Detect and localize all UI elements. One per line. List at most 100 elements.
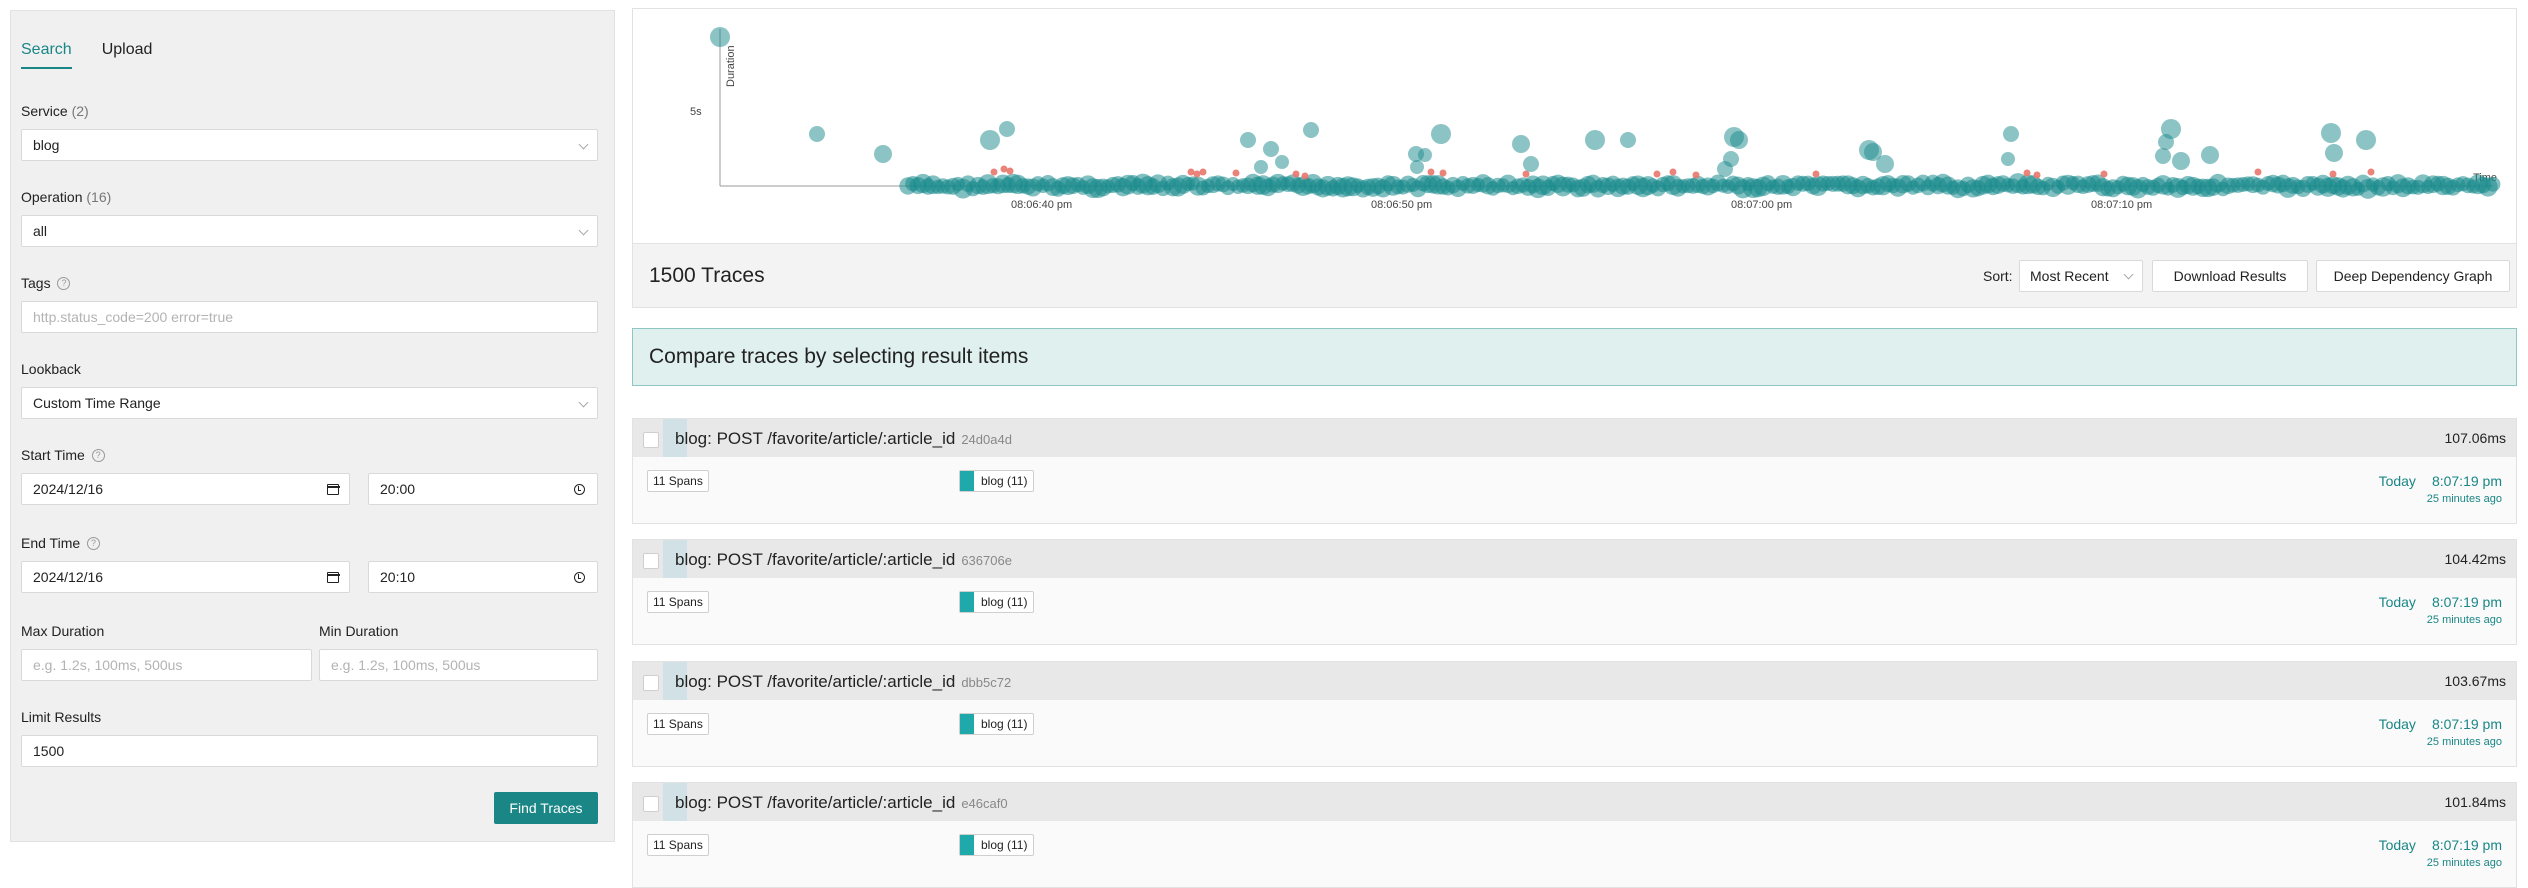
trace-point[interactable]: [2254, 168, 2262, 176]
trace-name[interactable]: blog: POST /favorite/article/:article_id…: [675, 793, 1008, 813]
trace-point[interactable]: [2023, 169, 2031, 177]
trace-row[interactable]: blog: POST /favorite/article/:article_id…: [632, 661, 2517, 767]
trace-point[interactable]: [1301, 172, 1309, 180]
help-icon[interactable]: ?: [57, 277, 71, 290]
limit-results-input[interactable]: 1500: [21, 735, 598, 767]
trace-time: 8:07:19 pm: [2431, 473, 2502, 489]
max-duration-input[interactable]: e.g. 1.2s, 100ms, 500us: [21, 649, 312, 681]
span-count-badge: 11 Spans: [647, 713, 709, 735]
trace-point[interactable]: [2155, 148, 2171, 164]
trace-point[interactable]: [1006, 167, 1014, 175]
trace-point[interactable]: [1669, 168, 1677, 176]
help-icon[interactable]: ?: [87, 537, 101, 550]
trace-select-checkbox[interactable]: [643, 553, 659, 569]
trace-point[interactable]: [1427, 168, 1435, 176]
trace-point[interactable]: [2325, 144, 2343, 162]
trace-select-checkbox[interactable]: [643, 796, 659, 812]
calendar-icon[interactable]: [326, 572, 340, 583]
start-date-input[interactable]: 2024/12/16: [21, 473, 350, 505]
trace-point[interactable]: [1187, 168, 1195, 176]
trace-point[interactable]: [1410, 160, 1424, 174]
trace-point[interactable]: [1240, 132, 1256, 148]
operation-select[interactable]: all: [21, 215, 598, 247]
trace-point[interactable]: [2321, 123, 2341, 143]
max-duration-label: Max Duration: [21, 623, 105, 639]
trace-point[interactable]: [2161, 119, 2181, 139]
clock-icon[interactable]: [574, 572, 585, 583]
find-traces-button[interactable]: Find Traces: [494, 792, 598, 824]
trace-point[interactable]: [1232, 169, 1240, 177]
trace-point[interactable]: [990, 168, 998, 176]
trace-point[interactable]: [2367, 168, 2375, 176]
lookback-select[interactable]: Custom Time Range: [21, 387, 598, 419]
trace-point[interactable]: [1620, 132, 1636, 148]
operation-value: all: [33, 223, 48, 239]
trace-point[interactable]: [1193, 170, 1201, 178]
start-time-input[interactable]: 20:00: [368, 473, 598, 505]
trace-point[interactable]: [1263, 141, 1279, 157]
trace-relative-time: 25 minutes ago: [2426, 614, 2502, 626]
trace-point[interactable]: [2003, 126, 2019, 142]
trace-point[interactable]: [1523, 156, 1539, 172]
deep-dependency-graph-button[interactable]: Deep Dependency Graph: [2316, 260, 2510, 292]
trace-point[interactable]: [874, 145, 892, 163]
trace-row[interactable]: blog: POST /favorite/article/:article_id…: [632, 539, 2517, 645]
end-date-input[interactable]: 2024/12/16: [21, 561, 350, 593]
trace-point[interactable]: [1876, 155, 1894, 173]
tab-search[interactable]: Search: [21, 41, 72, 69]
trace-point[interactable]: [2001, 152, 2015, 166]
trace-point[interactable]: [2356, 130, 2376, 150]
trace-point[interactable]: [1418, 148, 1432, 162]
trace-row[interactable]: blog: POST /favorite/article/:article_id…: [632, 782, 2517, 888]
trace-name[interactable]: blog: POST /favorite/article/:article_id…: [675, 550, 1012, 570]
calendar-icon[interactable]: [326, 484, 340, 495]
tags-input[interactable]: http.status_code=200 error=true: [21, 301, 598, 333]
trace-row[interactable]: blog: POST /favorite/article/:article_id…: [632, 418, 2517, 524]
trace-point[interactable]: [1653, 170, 1661, 178]
trace-select-checkbox[interactable]: [643, 432, 659, 448]
chevron-down-icon: [578, 397, 589, 408]
trace-point[interactable]: [809, 126, 825, 142]
trace-duration: 107.06ms: [2444, 430, 2506, 446]
trace-name[interactable]: blog: POST /favorite/article/:article_id…: [675, 429, 1012, 449]
trace-point[interactable]: [1717, 161, 1733, 177]
trace-point[interactable]: [1692, 171, 1700, 179]
trace-point[interactable]: [2172, 152, 2190, 170]
end-time-input[interactable]: 20:10: [368, 561, 598, 593]
trace-point[interactable]: [999, 121, 1015, 137]
trace-point[interactable]: [2485, 176, 2501, 192]
trace-point[interactable]: [1585, 130, 1605, 150]
trace-point[interactable]: [2100, 170, 2108, 178]
trace-title: blog: POST /favorite/article/:article_id: [675, 550, 956, 569]
download-results-button[interactable]: Download Results: [2152, 260, 2308, 292]
trace-point[interactable]: [980, 130, 1000, 150]
trace-point[interactable]: [1431, 124, 1451, 144]
trace-point[interactable]: [2201, 146, 2219, 164]
help-icon[interactable]: ?: [91, 449, 105, 462]
tab-upload[interactable]: Upload: [102, 41, 153, 69]
trace-point[interactable]: [1303, 122, 1319, 138]
trace-point[interactable]: [1439, 169, 1447, 177]
trace-point[interactable]: [1199, 168, 1207, 176]
trace-timestamp: Today 8:07:19 pm: [2379, 594, 2502, 610]
clock-icon[interactable]: [574, 484, 585, 495]
sort-select[interactable]: Most Recent: [2019, 260, 2143, 292]
trace-point[interactable]: [1730, 131, 1748, 149]
service-select[interactable]: blog: [21, 129, 598, 161]
trace-point[interactable]: [1292, 170, 1300, 178]
scatter-plot[interactable]: Duration 5s Time 08:06:40 pm08:06:50 pm0…: [633, 9, 2518, 245]
trace-point[interactable]: [710, 27, 730, 47]
trace-point[interactable]: [1512, 135, 1530, 153]
trace-scatter-chart[interactable]: Duration 5s Time 08:06:40 pm08:06:50 pm0…: [632, 8, 2517, 244]
min-duration-input[interactable]: e.g. 1.2s, 100ms, 500us: [319, 649, 598, 681]
trace-point[interactable]: [1522, 170, 1530, 178]
trace-select-checkbox[interactable]: [643, 675, 659, 691]
trace-point[interactable]: [2033, 171, 2041, 179]
trace-point[interactable]: [1275, 155, 1289, 169]
trace-name[interactable]: blog: POST /favorite/article/:article_id…: [675, 672, 1011, 692]
trace-point[interactable]: [1000, 165, 1008, 173]
trace-point[interactable]: [2329, 170, 2337, 178]
trace-point[interactable]: [1812, 170, 1820, 178]
scatter-points[interactable]: [710, 27, 2501, 199]
trace-point[interactable]: [1254, 160, 1268, 174]
